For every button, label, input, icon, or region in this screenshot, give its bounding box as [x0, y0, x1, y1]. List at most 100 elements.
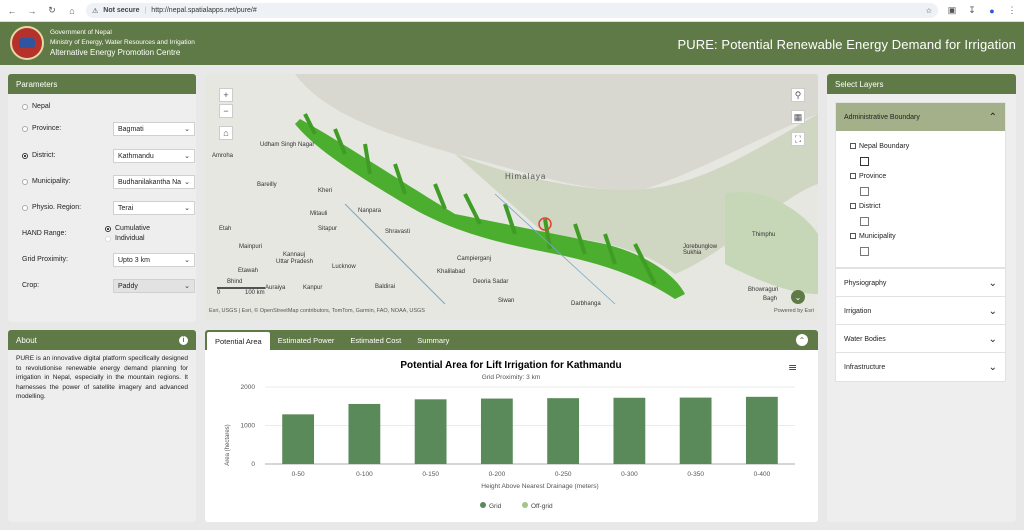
infrastructure-section[interactable]: Infrastructure ⌄: [835, 352, 1006, 382]
municipality-value: Budhanilakantha Na: [118, 178, 182, 186]
radio-circle[interactable]: [22, 204, 28, 211]
checkbox[interactable]: [850, 233, 856, 240]
org-line-2: Ministry of Energy, Water Resources and …: [50, 39, 195, 46]
forward-icon[interactable]: →: [26, 5, 38, 17]
map-label: Siwan: [498, 298, 515, 304]
admin-boundary-section: Administrative Boundary ⌃ Nepal Boundary…: [835, 102, 1006, 268]
province-radio[interactable]: Province:: [22, 125, 61, 132]
physiography-section[interactable]: Physiography ⌄: [835, 268, 1006, 298]
physio-radio[interactable]: Physio. Region:: [22, 204, 81, 211]
hand-label: HAND Range:: [22, 230, 67, 237]
radio-circle[interactable]: [105, 235, 111, 242]
radio-circle-selected[interactable]: [22, 152, 28, 159]
map-label: Kannauj: [283, 252, 306, 258]
physio-select[interactable]: Terai ⌄: [113, 201, 195, 215]
x-tick-label: 0-250: [555, 471, 572, 478]
admin-boundary-header[interactable]: Administrative Boundary ⌃: [836, 103, 1005, 131]
layer-municipality[interactable]: Municipality: [850, 233, 896, 240]
bar-grid: [480, 398, 513, 464]
warning-icon: ⚠: [92, 7, 99, 15]
checkbox[interactable]: [850, 143, 856, 150]
menu-dots-icon[interactable]: ⋮: [1006, 5, 1018, 17]
chevron-up-icon[interactable]: ⌃: [989, 112, 997, 123]
home-extent-icon[interactable]: ⌂: [219, 126, 233, 140]
cumulative-radio[interactable]: Cumulative: [105, 225, 150, 232]
layers-panel: Select Layers Administrative Boundary ⌃ …: [827, 74, 1016, 522]
about-header: About i: [8, 330, 196, 350]
tab-summary[interactable]: Summary: [409, 330, 457, 350]
water-bodies-section[interactable]: Water Bodies ⌄: [835, 324, 1006, 354]
chevron-down-icon[interactable]: ⌄: [791, 290, 805, 304]
bar-grid: [745, 396, 778, 464]
bar-grid: [679, 397, 712, 464]
radio-circle[interactable]: [22, 178, 28, 185]
layer-label: District: [859, 203, 881, 210]
grid-proximity-select[interactable]: Upto 3 km ⌄: [113, 253, 195, 267]
municipality-select[interactable]: Budhanilakantha Na ⌄: [113, 175, 195, 189]
parameters-title: Parameters: [16, 79, 58, 89]
x-tick-label: 0-100: [356, 471, 373, 478]
y-axis-title: Area (hectares): [225, 424, 231, 465]
tab-potential-area[interactable]: Potential Area: [207, 332, 270, 350]
download-icon[interactable]: ↧: [966, 5, 978, 17]
map-label: Darbhanga: [571, 301, 601, 307]
district-radio[interactable]: District:: [22, 152, 55, 159]
nepal-radio[interactable]: Nepal: [22, 103, 50, 110]
nepal-boundary-swatch: [860, 157, 869, 166]
chevron-down-icon: ⌄: [184, 283, 190, 290]
map-label: Etah: [219, 226, 232, 232]
layer-district[interactable]: District: [850, 203, 880, 210]
checkbox[interactable]: [850, 203, 856, 210]
basemap-gallery-icon[interactable]: ▦: [791, 110, 805, 124]
map-label: Kheri: [318, 188, 333, 194]
physio-label: Physio. Region:: [32, 204, 82, 211]
chevron-down-icon[interactable]: ⌄: [989, 306, 997, 317]
profile-icon[interactable]: ●: [986, 5, 998, 17]
home-icon[interactable]: ⌂: [66, 5, 78, 17]
chevron-down-icon[interactable]: ⌄: [989, 362, 997, 373]
star-icon[interactable]: ☆: [926, 7, 932, 15]
radio-circle[interactable]: [22, 125, 28, 132]
radio-circle[interactable]: [22, 103, 28, 110]
map-view[interactable]: Udham Singh Nagar Amroha Bareilly Kheri …: [205, 74, 818, 320]
map-attribution: Esri, USGS | Esri, © OpenStreetMap contr…: [209, 308, 425, 314]
x-tick-label: 0-150: [422, 471, 439, 478]
chart-menu-icon: ≡: [788, 361, 797, 374]
zoom-out-button[interactable]: −: [219, 104, 233, 118]
layer-province[interactable]: Province: [850, 173, 886, 180]
layer-nepal-boundary[interactable]: Nepal Boundary: [850, 143, 909, 150]
crop-select[interactable]: Paddy ⌄: [113, 279, 195, 293]
district-select[interactable]: Kathmandu ⌄: [113, 149, 195, 163]
parameters-panel: Parameters Nepal Province: Bagmati ⌄ Dist…: [8, 74, 196, 322]
x-tick-label: 0-300: [621, 471, 638, 478]
radio-circle-selected[interactable]: [105, 225, 111, 232]
municipality-label: Municipality:: [32, 178, 71, 185]
scale-label-km: 100 km: [245, 290, 265, 296]
chevron-up-icon[interactable]: ⌃: [796, 334, 808, 346]
info-icon[interactable]: i: [179, 335, 188, 345]
back-icon[interactable]: ←: [6, 5, 18, 17]
irrigation-section[interactable]: Irrigation ⌄: [835, 296, 1006, 326]
tab-estimated-power[interactable]: Estimated Power: [270, 330, 343, 350]
map-label: Lucknow: [332, 264, 356, 270]
map-canvas[interactable]: [205, 74, 818, 320]
chart-tabs: Potential Area Estimated Power Estimated…: [205, 330, 818, 350]
y-tick-label: 1000: [241, 423, 256, 430]
zoom-in-button[interactable]: +: [219, 88, 233, 102]
checkbox[interactable]: [850, 173, 856, 180]
not-secure-label: Not secure: [103, 7, 140, 14]
search-icon[interactable]: ⚲: [791, 88, 805, 102]
reload-icon[interactable]: ↻: [46, 5, 58, 17]
map-label: Sitapur: [318, 226, 338, 232]
tab-estimated-cost[interactable]: Estimated Cost: [342, 330, 409, 350]
map-label: Bareilly: [257, 182, 277, 188]
individual-radio[interactable]: Individual: [105, 235, 145, 242]
fullscreen-icon[interactable]: ⛶: [791, 132, 805, 146]
chevron-down-icon[interactable]: ⌄: [989, 278, 997, 289]
municipality-radio[interactable]: Municipality:: [22, 178, 71, 185]
chevron-down-icon[interactable]: ⌄: [989, 334, 997, 345]
map-label: Jorebunglow Sukhia: [683, 244, 718, 256]
province-select[interactable]: Bagmati ⌄: [113, 122, 195, 136]
address-bar[interactable]: ⚠ Not secure | http://nepal.spatialapps.…: [86, 3, 938, 18]
extensions-icon[interactable]: ▣: [946, 5, 958, 17]
